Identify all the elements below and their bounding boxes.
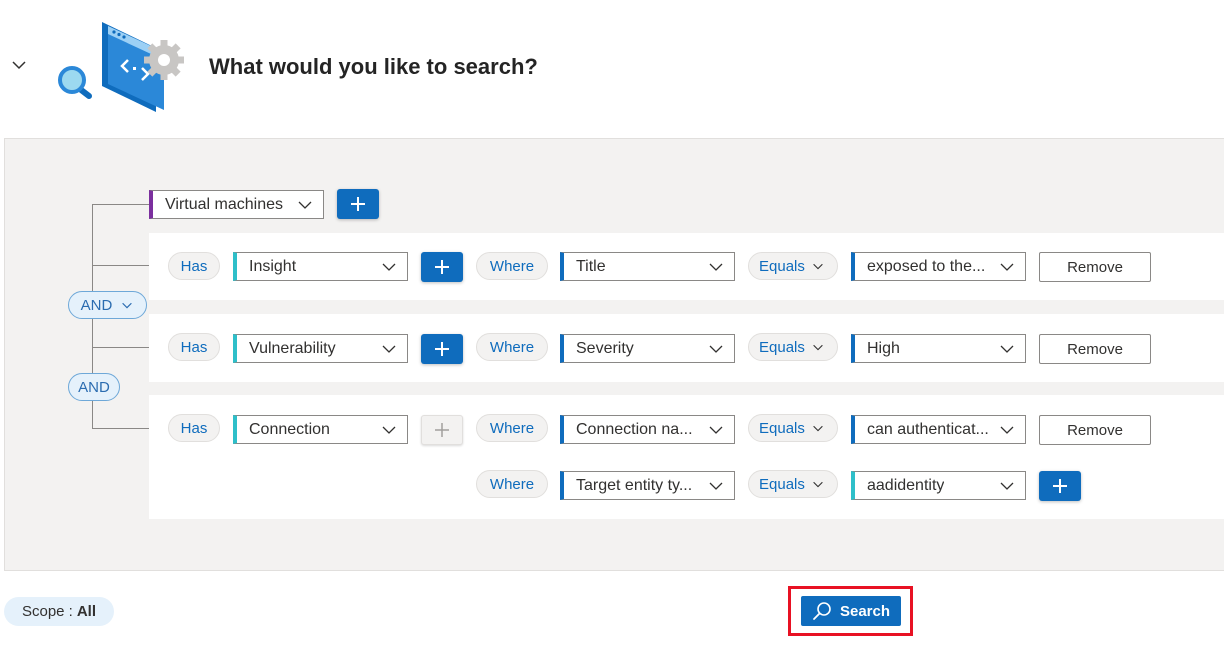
where-label: Where <box>476 414 548 442</box>
root-entity-dropdown[interactable]: Virtual machines <box>149 190 324 219</box>
operator-dropdown[interactable]: Equals <box>748 252 838 280</box>
field-dropdown[interactable]: Severity <box>560 334 735 363</box>
field-dropdown[interactable]: Target entity ty... <box>560 471 735 500</box>
value-dropdown[interactable]: High <box>851 334 1026 363</box>
dropdown-value: Connection <box>249 420 330 438</box>
chevron-down-icon <box>382 345 396 353</box>
chevron-down-icon <box>1000 345 1014 353</box>
chevron-down-icon <box>813 425 823 432</box>
field-dropdown[interactable]: Title <box>560 252 735 281</box>
dropdown-value: Connection na... <box>576 420 693 438</box>
dropdown-value: Insight <box>249 257 297 275</box>
scope-value: All <box>76 603 97 620</box>
where-label: Where <box>476 470 548 498</box>
plus-icon <box>1053 479 1067 493</box>
plus-icon <box>435 260 449 274</box>
and-operator-dropdown[interactable]: AND <box>68 291 147 319</box>
tree-connector <box>92 265 149 266</box>
add-filter-button-disabled[interactable] <box>421 415 463 445</box>
search-label: Search <box>839 602 891 620</box>
dropdown-value: Target entity ty... <box>576 476 693 494</box>
dropdown-value: aadidentity <box>867 476 945 494</box>
where-label: Where <box>476 252 548 280</box>
where-label: Where <box>476 333 548 361</box>
operator-label: AND <box>78 378 110 396</box>
scope-label: Scope : <box>21 603 73 620</box>
plus-icon <box>435 423 449 437</box>
dropdown-value: Vulnerability <box>249 339 336 357</box>
operator-dropdown[interactable]: Equals <box>748 333 838 361</box>
chevron-down-icon <box>382 426 396 434</box>
chevron-down-icon <box>813 263 823 270</box>
value-dropdown[interactable]: aadidentity <box>851 471 1026 500</box>
value-dropdown[interactable]: exposed to the... <box>851 252 1026 281</box>
and-operator-label: AND <box>68 373 120 401</box>
search-button[interactable]: Search <box>801 596 901 626</box>
chevron-down-icon <box>813 481 823 488</box>
dropdown-value: Title <box>576 257 606 275</box>
chevron-down-icon <box>1000 482 1014 490</box>
plus-icon <box>435 342 449 356</box>
chevron-down-icon <box>709 426 723 434</box>
dropdown-value: Virtual machines <box>165 195 283 213</box>
type-dropdown[interactable]: Vulnerability <box>233 334 408 363</box>
chevron-down-icon <box>709 345 723 353</box>
chevron-down-icon <box>709 482 723 490</box>
operator-label: AND <box>80 296 113 314</box>
dropdown-value: exposed to the... <box>867 257 986 275</box>
dropdown-value: can authenticat... <box>867 420 989 438</box>
chevron-down-icon <box>382 263 396 271</box>
operator-dropdown[interactable]: Equals <box>748 414 838 442</box>
tree-connector <box>92 204 149 205</box>
add-filter-button[interactable] <box>421 334 463 364</box>
add-filter-button[interactable] <box>421 252 463 282</box>
operator-value: Equals <box>759 257 805 275</box>
dropdown-value: Severity <box>576 339 634 357</box>
scope-selector[interactable]: Scope : All <box>4 597 114 626</box>
dropdown-value: High <box>867 339 900 357</box>
has-label: Has <box>168 414 220 442</box>
chevron-down-icon <box>122 302 133 309</box>
operator-dropdown[interactable]: Equals <box>748 470 838 498</box>
operator-value: Equals <box>759 338 805 356</box>
add-condition-button[interactable] <box>337 189 379 219</box>
tree-connector <box>92 428 149 429</box>
has-label: Has <box>168 333 220 361</box>
chevron-down-icon <box>1000 263 1014 271</box>
has-label: Has <box>168 252 220 280</box>
add-filter-button[interactable] <box>1039 471 1081 501</box>
plus-icon <box>351 197 365 211</box>
remove-button[interactable]: Remove <box>1039 415 1151 445</box>
remove-button[interactable]: Remove <box>1039 334 1151 364</box>
operator-value: Equals <box>759 419 805 437</box>
chevron-down-icon <box>1000 426 1014 434</box>
value-dropdown[interactable]: can authenticat... <box>851 415 1026 444</box>
type-dropdown[interactable]: Connection <box>233 415 408 444</box>
tree-connector <box>92 347 149 348</box>
type-dropdown[interactable]: Insight <box>233 252 408 281</box>
remove-button[interactable]: Remove <box>1039 252 1151 282</box>
operator-value: Equals <box>759 475 805 493</box>
chevron-down-icon <box>298 201 312 209</box>
chevron-down-icon <box>813 344 823 351</box>
field-dropdown[interactable]: Connection na... <box>560 415 735 444</box>
page-title: What would you like to search? <box>209 54 538 79</box>
chevron-down-icon <box>709 263 723 271</box>
search-illustration-icon <box>58 22 184 112</box>
search-icon <box>813 602 831 620</box>
collapse-chevron-icon[interactable] <box>8 54 30 76</box>
